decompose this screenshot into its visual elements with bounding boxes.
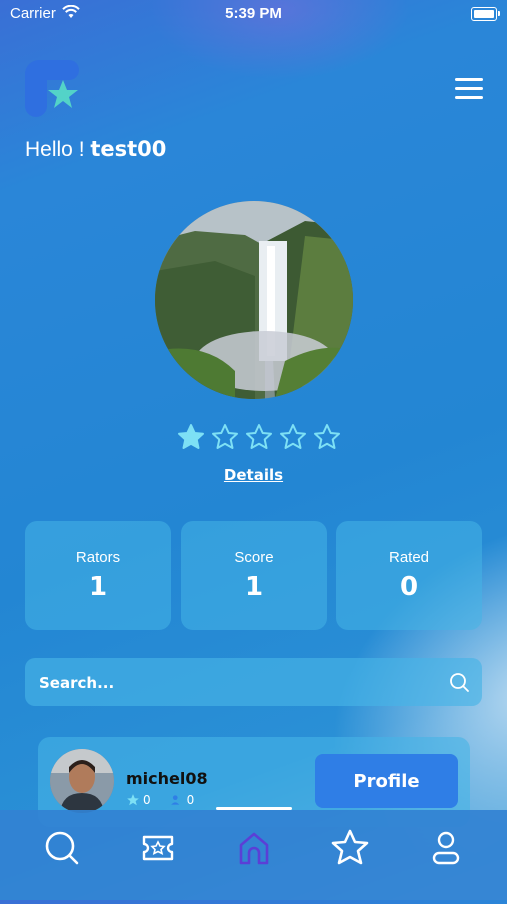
menu-button[interactable] (455, 78, 485, 100)
people-icon (170, 795, 179, 805)
search-icon (45, 831, 79, 865)
star-empty-icon[interactable] (244, 422, 274, 452)
star-empty-icon[interactable] (312, 422, 342, 452)
home-indicator (216, 807, 292, 810)
user-star-count: 0 (143, 793, 151, 807)
stat-card-score: Score 1 (181, 521, 327, 630)
tab-ticket[interactable] (138, 828, 178, 868)
details-link[interactable]: Details (0, 466, 507, 484)
app-logo (25, 60, 79, 117)
bottom-tab-bar (0, 810, 507, 900)
search-input[interactable] (37, 670, 441, 696)
greeting: Hello ! test00 (25, 137, 166, 162)
stat-value: 1 (244, 572, 264, 602)
ticket-icon (142, 835, 174, 861)
star-empty-icon[interactable] (278, 422, 308, 452)
profile-button[interactable]: Profile (315, 754, 458, 808)
username: test00 (90, 137, 167, 161)
star-icon (127, 794, 139, 806)
tab-favorites[interactable] (330, 828, 370, 868)
tab-search[interactable] (42, 828, 82, 868)
search-icon[interactable] (448, 671, 470, 693)
search-bar (25, 658, 482, 706)
star-empty-icon[interactable] (210, 422, 240, 452)
user-icon (432, 831, 460, 865)
home-icon (239, 832, 269, 865)
user-avatar (50, 749, 114, 813)
stat-label: Score (234, 549, 274, 566)
profile-image (155, 201, 353, 399)
stat-card-rators: Rators 1 (25, 521, 171, 630)
user-rated-count: 0 (186, 793, 195, 807)
stat-label: Rated (388, 549, 430, 566)
tab-home[interactable] (234, 828, 274, 868)
greeting-text: Hello ! (25, 138, 91, 161)
stat-card-rated: Rated 0 (336, 521, 482, 630)
star-filled-icon[interactable] (176, 422, 206, 452)
tab-profile[interactable] (426, 828, 466, 868)
clock: 5:39 PM (225, 5, 282, 22)
user-name: michel08 (126, 769, 208, 788)
stat-label: Rators (75, 549, 121, 566)
star-icon (331, 829, 369, 865)
stat-value: 0 (399, 572, 419, 602)
user-stats: 0 0 (126, 793, 194, 807)
battery-icon (471, 7, 500, 21)
stat-value: 1 (88, 572, 108, 602)
status-bar: Carrier 5:39 PM (0, 0, 507, 28)
star-rating[interactable] (176, 422, 346, 452)
